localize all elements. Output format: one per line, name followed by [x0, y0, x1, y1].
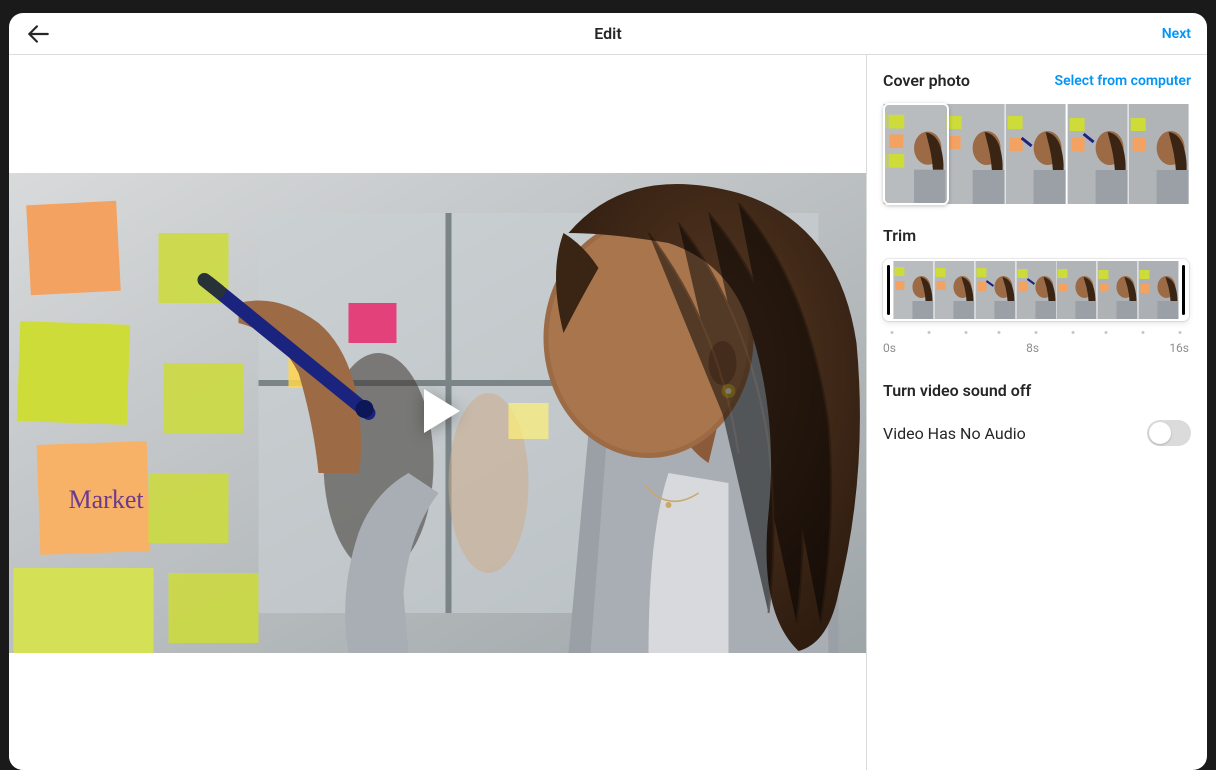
cover-photo-label: Cover photo — [883, 71, 970, 90]
trim-tick-mid: 8s — [1026, 341, 1039, 355]
trim-frame — [1016, 261, 1057, 319]
select-from-computer-link[interactable]: Select from computer — [1055, 73, 1191, 89]
trim-label: Trim — [883, 226, 1191, 245]
trim-handle-end[interactable] — [1182, 265, 1185, 315]
cover-photo-header: Cover photo Select from computer — [883, 71, 1191, 90]
back-button[interactable] — [25, 21, 51, 47]
cover-photo-strip[interactable] — [883, 104, 1189, 204]
trim-frames — [893, 261, 1179, 319]
trim-ticks — [883, 331, 1189, 339]
trim-handle-start[interactable] — [887, 265, 890, 315]
trim-frame — [975, 261, 1016, 319]
toggle-knob — [1149, 422, 1171, 444]
play-button[interactable] — [406, 379, 470, 447]
arrow-left-icon — [25, 21, 51, 47]
svg-text:Market: Market — [69, 485, 145, 514]
trim-tick-labels: 0s 8s 16s — [883, 341, 1189, 355]
modal-header: Edit Next — [9, 13, 1207, 55]
edit-modal: Edit Next — [9, 13, 1207, 770]
trim-frame — [1097, 261, 1138, 319]
trim-strip[interactable] — [883, 259, 1189, 321]
sound-toggle[interactable] — [1147, 420, 1191, 446]
sound-toggle-row: Video Has No Audio — [883, 420, 1191, 446]
cover-thumb[interactable] — [1067, 104, 1128, 204]
video-preview-area: Market — [9, 55, 867, 770]
trim-frame — [893, 261, 934, 319]
trim-tick-start: 0s — [883, 341, 896, 355]
sound-section-label: Turn video sound off — [883, 381, 1191, 400]
edit-sidebar: Cover photo Select from computer Trim — [867, 55, 1207, 770]
trim-tick-end: 16s — [1169, 341, 1189, 355]
cover-thumb[interactable] — [944, 104, 1005, 204]
trim-frame — [1138, 261, 1179, 319]
trim-frame — [1056, 261, 1097, 319]
sound-toggle-label: Video Has No Audio — [883, 424, 1026, 443]
trim-frame — [934, 261, 975, 319]
trim-control[interactable]: 0s 8s 16s — [883, 259, 1189, 355]
cover-thumb[interactable] — [1005, 104, 1066, 204]
modal-content: Market — [9, 55, 1207, 770]
next-button[interactable]: Next — [1162, 26, 1191, 42]
modal-title: Edit — [9, 24, 1207, 43]
video-frame[interactable]: Market — [9, 173, 866, 653]
play-icon — [406, 379, 470, 443]
cover-selector-handle[interactable] — [883, 103, 949, 205]
cover-thumb[interactable] — [1128, 104, 1189, 204]
